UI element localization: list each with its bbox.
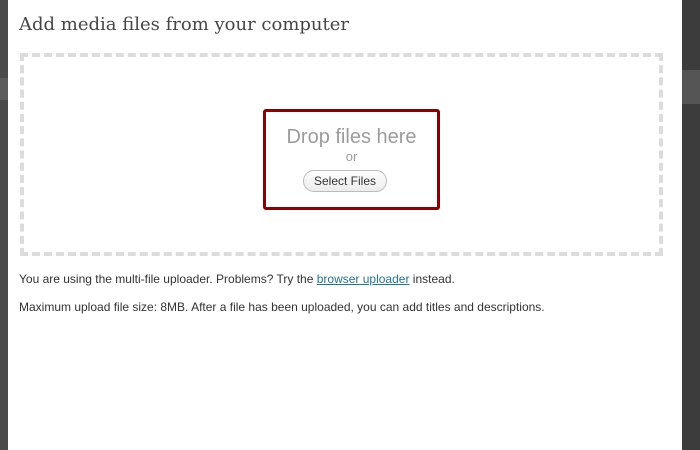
drag-drop-area[interactable]: Drop files here or Select Files [20,53,663,256]
uploader-info-prefix: You are using the multi-file uploader. P… [19,272,314,286]
backdrop-left [0,0,8,450]
backdrop-right [682,0,700,450]
or-text: or [345,149,358,164]
drop-target-highlight[interactable]: Drop files here or Select Files [263,109,440,210]
drop-files-text: Drop files here [286,126,417,148]
dialog-title: Add media files from your computer [19,14,350,35]
backdrop-left-strip [0,78,8,100]
select-files-button[interactable]: Select Files [303,170,387,192]
uploader-info-line: You are using the multi-file uploader. P… [19,272,455,286]
backdrop-right-strip [682,70,700,104]
media-upload-dialog: Add media files from your computer Drop … [8,0,682,450]
browser-uploader-link[interactable]: browser uploader [317,272,410,286]
max-upload-size-text: Maximum upload file size: 8MB. After a f… [19,300,545,314]
uploader-info-suffix: instead. [412,272,455,286]
